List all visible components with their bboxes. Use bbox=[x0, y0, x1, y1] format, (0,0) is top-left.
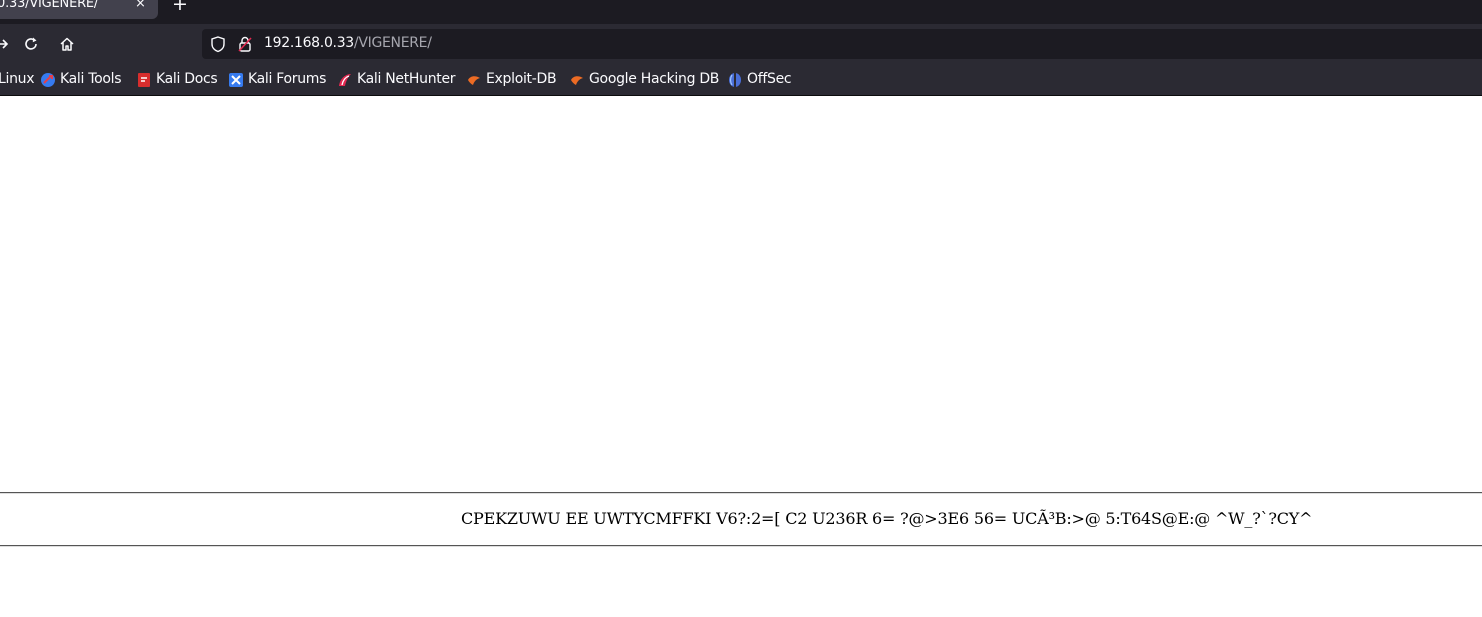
bookmarks-toolbar: Linux Kali Tools Kali Docs Kali Forums K… bbox=[0, 64, 1482, 96]
horizontal-rule-bottom bbox=[0, 545, 1482, 547]
bookmark-label: Kali NetHunter bbox=[357, 71, 456, 87]
tab-close-icon[interactable]: × bbox=[135, 0, 146, 11]
kali-forums-icon bbox=[229, 73, 243, 87]
google-hacking-db-icon bbox=[571, 76, 583, 85]
shield-icon[interactable] bbox=[210, 35, 226, 53]
tab-active[interactable]: 0.33/VIGENERE/ × bbox=[0, 0, 158, 19]
horizontal-rule-top bbox=[0, 492, 1482, 494]
tab-title: 0.33/VIGENERE/ bbox=[0, 0, 99, 11]
home-icon[interactable] bbox=[58, 35, 76, 53]
insecure-lock-icon[interactable] bbox=[237, 35, 253, 53]
url-path: /VIGENERE/ bbox=[353, 35, 432, 51]
bookmark-label: Kali Docs bbox=[156, 71, 218, 87]
kali-tools-icon bbox=[41, 73, 55, 87]
offsec-icon bbox=[729, 73, 741, 87]
navigation-bar: 192.168.0.33/VIGENERE/ bbox=[0, 24, 1482, 64]
page-content: CPEKZUWU EE UWTYCMFFKI V6?:2=[ C2 U236R … bbox=[0, 96, 1482, 617]
url-host: 192.168.0.33 bbox=[264, 35, 354, 51]
kali-nethunter-icon bbox=[339, 74, 351, 86]
bookmark-label: Linux bbox=[0, 71, 35, 87]
forward-icon[interactable] bbox=[0, 35, 9, 53]
bookmark-label: Kali Forums bbox=[248, 71, 327, 87]
bookmark-label: Exploit-DB bbox=[486, 71, 557, 87]
url-text[interactable]: 192.168.0.33/VIGENERE/ bbox=[264, 35, 432, 51]
exploit-db-icon bbox=[468, 76, 480, 85]
bookmark-label: Google Hacking DB bbox=[589, 71, 720, 87]
url-bar[interactable]: 192.168.0.33/VIGENERE/ bbox=[202, 29, 1482, 59]
reload-icon[interactable] bbox=[22, 35, 40, 53]
kali-docs-icon bbox=[138, 73, 150, 87]
bookmark-label: OffSec bbox=[747, 71, 792, 87]
tab-strip: 0.33/VIGENERE/ × + bbox=[0, 0, 1482, 24]
bookmark-label: Kali Tools bbox=[60, 71, 122, 87]
cipher-text: CPEKZUWU EE UWTYCMFFKI V6?:2=[ C2 U236R … bbox=[461, 509, 1313, 528]
new-tab-button[interactable]: + bbox=[172, 0, 188, 15]
